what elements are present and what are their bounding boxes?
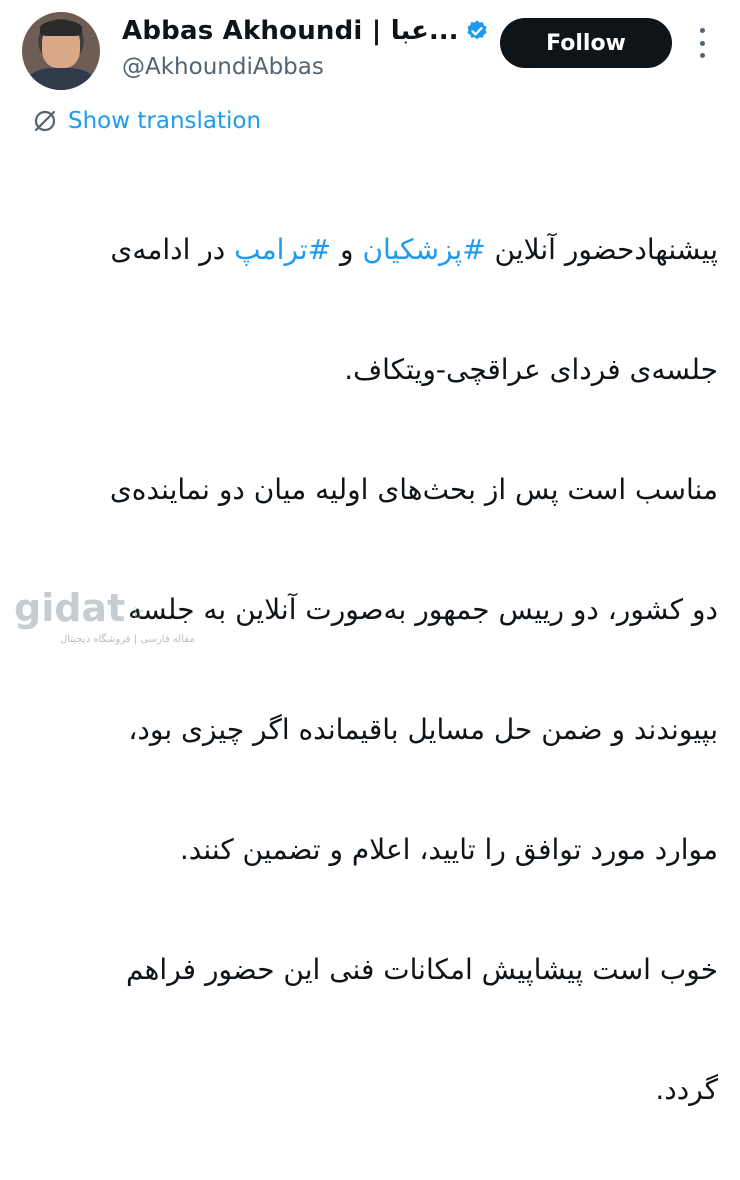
hashtag-link[interactable]: #پزشکیان: [362, 233, 485, 266]
follow-button[interactable]: Follow: [500, 18, 672, 68]
tweet-line: خوب است پیشاپیش امکانات فنی این حضور فرا…: [126, 953, 718, 986]
more-options-icon[interactable]: [696, 28, 708, 58]
watermark-logo: gidat .ir: [14, 586, 143, 630]
tweet-text: پیشنهادحضور آنلاین #پزشکیان و #ترامپ در …: [18, 160, 718, 1180]
tweet-line: بپیوندند و ضمن حل مسایل باقیمانده اگر چی…: [128, 713, 718, 746]
translate-icon: [34, 110, 56, 132]
tweet-line: مناسب است پس از بحث‌های اولیه میان دو نم…: [109, 473, 718, 506]
name-row: Abbas Akhoundi | عبا...: [122, 16, 489, 46]
tweet-line: موارد مورد توافق را تایید، اعلام و تضمین…: [179, 833, 718, 866]
user-handle[interactable]: @AkhoundiAbbas: [122, 54, 324, 80]
display-name[interactable]: Abbas Akhoundi | عبا...: [122, 16, 459, 46]
verified-badge-icon: [466, 20, 487, 40]
avatar-suit: [28, 68, 94, 90]
show-translation-label: Show translation: [68, 108, 262, 134]
watermark-tld: .ir: [129, 606, 144, 622]
tweet-line: جلسه‌ی فردای عراقچی-ویتکاف.: [344, 353, 718, 386]
watermark-text: gidat: [14, 586, 126, 630]
tweet-line: گردد.: [655, 1073, 718, 1106]
show-translation[interactable]: Show translation: [32, 108, 261, 134]
hashtag-link[interactable]: #ترامپ: [234, 233, 331, 266]
avatar[interactable]: [22, 12, 100, 90]
tweet-line: پیشنهادحضور آنلاین #پزشکیان و #ترامپ در …: [110, 233, 718, 266]
watermark-tagline: مقاله فارسی | فروشگاه دیجیتال: [60, 634, 195, 645]
avatar-hair: [40, 20, 82, 36]
